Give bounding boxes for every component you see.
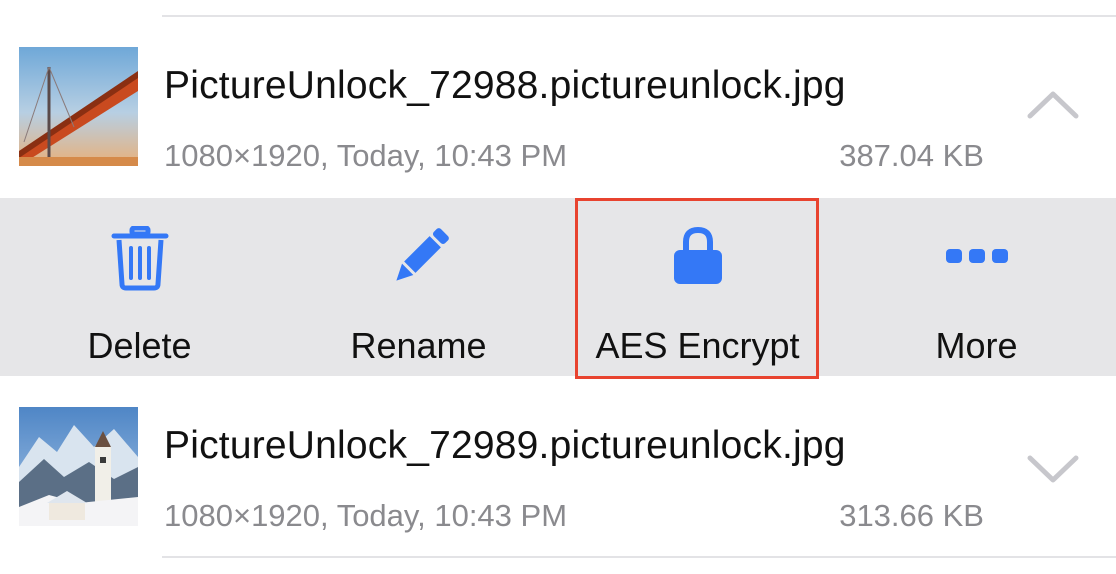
trash-icon [110, 225, 170, 297]
file-list: PictureUnlock_72988.pictureunlock.jpg 10… [0, 0, 1116, 574]
row-divider [162, 15, 1116, 17]
aes-encrypt-button[interactable]: AES Encrypt [558, 198, 837, 376]
file-row[interactable]: PictureUnlock_72988.pictureunlock.jpg 10… [0, 18, 1116, 198]
file-name: PictureUnlock_72989.pictureunlock.jpg [164, 424, 846, 467]
file-meta: 1080×1920, Today, 10:43 PM [164, 138, 568, 173]
chevron-up-icon[interactable] [1026, 88, 1080, 120]
more-button[interactable]: More [837, 198, 1116, 376]
file-thumbnail [19, 407, 138, 526]
file-size: 313.66 KB [839, 498, 984, 533]
row-divider [162, 556, 1116, 558]
file-size: 387.04 KB [839, 138, 984, 173]
chevron-down-icon[interactable] [1026, 452, 1080, 484]
file-meta: 1080×1920, Today, 10:43 PM [164, 498, 568, 533]
delete-label: Delete [87, 325, 192, 366]
lock-icon [672, 224, 724, 291]
file-thumbnail [19, 47, 138, 166]
more-label: More [935, 325, 1018, 366]
file-row[interactable]: PictureUnlock_72989.pictureunlock.jpg 10… [0, 378, 1116, 558]
file-name: PictureUnlock_72988.pictureunlock.jpg [164, 64, 846, 107]
aes-encrypt-label: AES Encrypt [595, 325, 800, 366]
pencil-icon [387, 226, 451, 295]
rename-label: Rename [350, 325, 487, 366]
ellipsis-icon [945, 246, 1008, 271]
delete-button[interactable]: Delete [0, 198, 279, 376]
rename-button[interactable]: Rename [279, 198, 558, 376]
file-action-bar: Delete Rename AES Encrypt More [0, 198, 1116, 376]
